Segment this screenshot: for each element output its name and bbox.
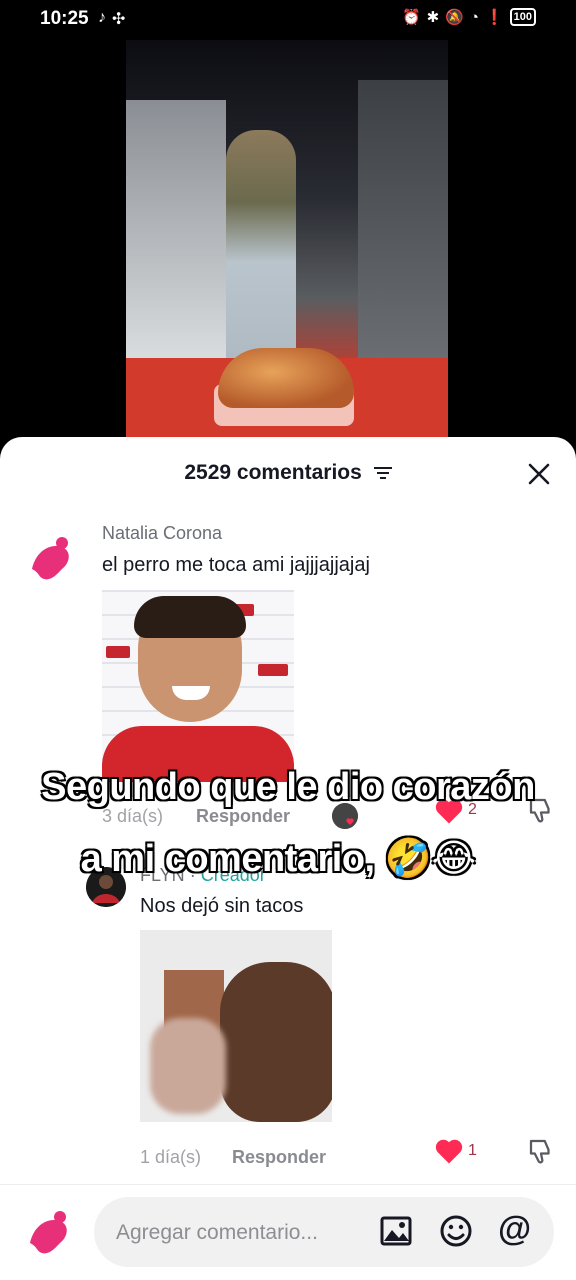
like-heart-icon[interactable] (434, 1137, 464, 1165)
status-time: 10:25 (40, 8, 89, 29)
sticker-hair (134, 596, 246, 638)
comments-title[interactable]: 2529 comentarios (0, 461, 576, 485)
status-app-icons: ♪ ✣ (98, 9, 125, 29)
tiktok-icon: ♪ (98, 9, 106, 26)
comments-count: 2529 comentarios (184, 461, 362, 484)
comment-time: 3 día(s) (102, 806, 164, 826)
wifi-icon: ◔ (469, 8, 479, 26)
sponsor-logo (258, 664, 288, 676)
comment-author[interactable]: Natalia Corona (102, 523, 222, 544)
avatar-image (22, 529, 80, 587)
comment-input[interactable]: Agregar comentario... @ (94, 1197, 554, 1267)
sticker-fist (150, 1018, 226, 1114)
alert-icon: ❗ (484, 9, 504, 26)
sponsor-logo (106, 646, 130, 658)
alarm-icon: ⏰ (401, 9, 421, 26)
video-scene-person (226, 130, 296, 370)
comments-header: 2529 comentarios (0, 437, 576, 509)
image-icon[interactable] (378, 1213, 414, 1249)
video-player[interactable] (126, 40, 448, 438)
video-scene-building (358, 80, 448, 380)
avatar[interactable] (22, 529, 80, 587)
comment-sticker[interactable] (102, 590, 294, 782)
comment-composer: Agregar comentario... @ (0, 1184, 576, 1280)
sticker-face (220, 962, 332, 1122)
my-avatar[interactable] (20, 1203, 78, 1261)
mute-icon: 🔕 (445, 9, 464, 26)
comment-input-placeholder: Agregar comentario... (116, 1221, 318, 1244)
close-icon[interactable] (524, 459, 554, 489)
dislike-icon[interactable] (526, 1136, 556, 1166)
comment-sticker[interactable] (140, 930, 332, 1122)
comment-text: el perro me toca ami jajjjajjajaj (102, 554, 370, 576)
pinwheel-icon: ✣ (112, 11, 126, 28)
video-scene-taco (218, 348, 354, 408)
comment-time: 1 día(s) (140, 1147, 202, 1167)
battery-icon: 100 (509, 8, 536, 26)
status-bar: 10:25 ♪ ✣ ⏰ ✱ 🔕 ◔ ❗ 100 (0, 0, 576, 36)
avatar-image (20, 1203, 78, 1261)
video-scene-wall (126, 100, 226, 380)
overlay-caption-line1: Segundo que le dio corazón (41, 766, 535, 808)
sort-icon[interactable] (373, 466, 392, 480)
bluetooth-icon: ✱ (426, 9, 440, 26)
reply-button[interactable]: Responder (196, 806, 290, 827)
like-count: 1 (468, 1142, 477, 1159)
mention-icon[interactable]: @ (498, 1211, 534, 1247)
reply-button[interactable]: Responder (232, 1147, 326, 1168)
overlay-caption-line2: a mi comentario, 🤣😂 (80, 838, 476, 880)
status-system-icons: ⏰ ✱ 🔕 ◔ ❗ 100 (402, 8, 536, 26)
comment-text: Nos dejó sin tacos (140, 895, 304, 917)
emoji-icon[interactable] (438, 1213, 474, 1249)
